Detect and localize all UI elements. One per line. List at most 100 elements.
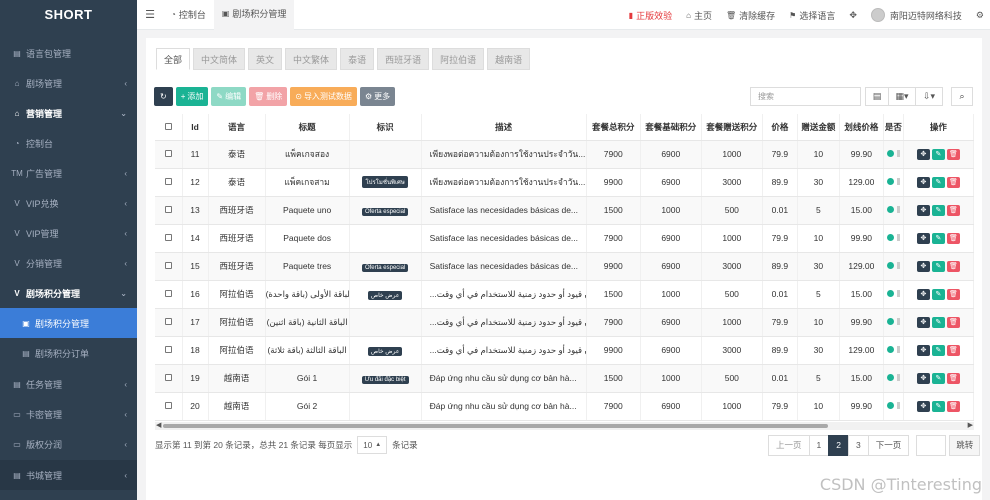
sidebar-item[interactable]: ▤ 书城管理 ‹ bbox=[0, 460, 137, 490]
row-edit-button[interactable]: ✎ bbox=[931, 149, 945, 160]
language-tab[interactable]: 越南语 bbox=[487, 48, 531, 70]
sidebar-item[interactable]: V 剧场积分管理 ⌄ bbox=[0, 278, 137, 308]
sidebar-item[interactable]: TM 广告管理 ‹ bbox=[0, 158, 137, 188]
row-edit-button[interactable]: ✎ bbox=[931, 205, 945, 216]
column-header[interactable]: Id bbox=[182, 114, 209, 141]
row-select-cell[interactable] bbox=[155, 280, 183, 309]
row-delete-button[interactable]: 🗑 bbox=[946, 373, 960, 384]
expand-button[interactable]: ✥ bbox=[916, 149, 930, 160]
table-row[interactable]: 13 西班牙语 Paquete uno Oferta especial Satisfac… bbox=[155, 196, 974, 225]
horizontal-scrollbar[interactable]: ◀ ▶ bbox=[155, 422, 974, 430]
tab-dashboard[interactable]: ◔ 控制台 bbox=[163, 0, 214, 30]
jump-page-input[interactable] bbox=[916, 435, 947, 456]
expand-button[interactable]: ✥ bbox=[916, 233, 930, 244]
table-row[interactable]: 20 越南语 Gói 2 Đáp ứng nhu cầu sử dụng cơ bản… bbox=[155, 392, 974, 421]
column-header[interactable]: 赠送金额 bbox=[797, 114, 840, 141]
table-row[interactable]: 16 阿拉伯语 الباقة الأولى (باقة واحدة) عرض خاص.… bbox=[155, 280, 974, 309]
table-row[interactable]: 17阿拉伯语الباقة الثانية (باقة اثنين) ...فقط،… bbox=[155, 308, 974, 337]
row-checkbox[interactable] bbox=[164, 346, 172, 353]
table-row[interactable]: 12 泰语 แพ็คเกจสาม โปรโมชั่นพิเศษ เพียงพอต่อคว… bbox=[155, 168, 974, 197]
next-page-button[interactable]: 下一页 bbox=[867, 435, 910, 456]
sidebar-item[interactable]: ⌂ 营销管理 ⌄ bbox=[0, 98, 137, 128]
language-tab[interactable]: 中文简体 bbox=[193, 48, 246, 70]
row-select-cell[interactable] bbox=[155, 336, 183, 365]
row-checkbox[interactable] bbox=[164, 374, 172, 381]
table-row[interactable]: 15 西班牙语 Paquete tres Oferta especial Satisfa… bbox=[155, 252, 974, 281]
row-checkbox[interactable] bbox=[164, 290, 172, 297]
column-header[interactable]: 套餐赠送积分 bbox=[701, 114, 763, 141]
row-select-cell[interactable] bbox=[155, 392, 183, 421]
scroll-right-icon[interactable]: ▶ bbox=[968, 421, 973, 429]
refresh-button[interactable]: ↻ bbox=[154, 87, 173, 106]
row-checkbox[interactable] bbox=[164, 262, 172, 269]
sidebar-item[interactable]: ⌂ 剧场管理 ‹ bbox=[0, 68, 137, 98]
column-header[interactable]: 划线价格 bbox=[839, 114, 884, 141]
genuine-check-link[interactable]: ▮ 正版效验 bbox=[629, 9, 672, 22]
sidebar-item[interactable]: ▭ 版权分润 ‹ bbox=[0, 429, 137, 459]
page-button[interactable]: 3 bbox=[847, 435, 869, 456]
row-delete-button[interactable]: 🗑 bbox=[946, 233, 960, 244]
row-edit-button[interactable]: ✎ bbox=[931, 373, 945, 384]
columns-button[interactable]: ▦▾ bbox=[888, 87, 916, 106]
row-delete-button[interactable]: 🗑 bbox=[946, 177, 960, 188]
expand-button[interactable]: ✥ bbox=[916, 345, 930, 356]
hamburger-menu-icon[interactable]: ☰ bbox=[137, 8, 163, 21]
row-select-cell[interactable] bbox=[155, 308, 183, 337]
user-menu[interactable]: 南阳迈特网络科技 bbox=[870, 8, 962, 22]
language-tab[interactable]: 阿拉伯语 bbox=[432, 48, 485, 70]
expand-button[interactable]: ✥ bbox=[916, 373, 930, 384]
row-checkbox[interactable] bbox=[164, 206, 172, 213]
page-button-current[interactable]: 2 bbox=[828, 435, 849, 456]
expand-button[interactable]: ✥ bbox=[916, 401, 930, 412]
add-button[interactable]: + 添加 bbox=[175, 87, 209, 106]
row-edit-button[interactable]: ✎ bbox=[931, 261, 945, 272]
more-button[interactable]: ⚙ 更多 bbox=[359, 87, 396, 106]
sidebar-item[interactable]: ▤ 语言包管理 bbox=[0, 38, 137, 68]
row-edit-button[interactable]: ✎ bbox=[931, 345, 945, 356]
row-select-cell[interactable] bbox=[155, 252, 183, 281]
row-checkbox[interactable] bbox=[164, 178, 172, 185]
row-delete-button[interactable]: 🗑 bbox=[946, 289, 960, 300]
sidebar-item[interactable]: ◔ 控制台 bbox=[0, 128, 137, 158]
toggle-view-button[interactable]: ▤ bbox=[865, 87, 889, 106]
row-delete-button[interactable]: 🗑 bbox=[946, 345, 960, 356]
sidebar-item[interactable]: ▭ 卡密管理 ‹ bbox=[0, 399, 137, 429]
search-input[interactable]: 搜索 bbox=[750, 87, 861, 106]
page-button[interactable]: 1 bbox=[808, 435, 830, 456]
row-select-cell[interactable] bbox=[155, 196, 183, 225]
language-tab[interactable]: 泰语 bbox=[340, 48, 375, 70]
table-row[interactable]: 19 越南语 Gói 1 Ưu đãi đặc biệt Đáp ứng nhu cầu… bbox=[155, 364, 974, 393]
sidebar-item[interactable]: V VIP兑换 ‹ bbox=[0, 188, 137, 218]
row-checkbox[interactable] bbox=[164, 402, 172, 409]
sidebar-item[interactable]: ▤ 任务管理 ‹ bbox=[0, 369, 137, 399]
column-header[interactable]: 标识 bbox=[349, 114, 422, 141]
sidebar-item[interactable]: ▣ 剧场积分管理 bbox=[0, 308, 137, 338]
language-tab[interactable]: 西班牙语 bbox=[377, 48, 430, 70]
column-header[interactable]: 语言 bbox=[208, 114, 266, 141]
row-checkbox[interactable] bbox=[164, 234, 172, 241]
language-select-link[interactable]: ⚑ 选择语言 bbox=[789, 9, 835, 22]
column-header[interactable]: 描述 bbox=[421, 114, 587, 141]
sidebar-item[interactable]: ▤ 剧场积分订单 bbox=[0, 338, 137, 368]
expand-button[interactable]: ✥ bbox=[916, 289, 930, 300]
row-edit-button[interactable]: ✎ bbox=[931, 401, 945, 412]
column-header[interactable]: 套餐总积分 bbox=[586, 114, 641, 141]
row-delete-button[interactable]: 🗑 bbox=[946, 205, 960, 216]
row-select-cell[interactable] bbox=[155, 140, 183, 169]
row-select-cell[interactable] bbox=[155, 364, 183, 393]
select-all-header[interactable] bbox=[155, 114, 183, 141]
language-tab[interactable]: 英文 bbox=[248, 48, 283, 70]
row-delete-button[interactable]: 🗑 bbox=[946, 149, 960, 160]
expand-button[interactable]: ✥ bbox=[916, 205, 930, 216]
prev-page-button[interactable]: 上一页 bbox=[768, 435, 810, 456]
fullscreen-button[interactable]: ✥ bbox=[849, 10, 857, 21]
row-select-cell[interactable] bbox=[155, 168, 183, 197]
row-edit-button[interactable]: ✎ bbox=[931, 233, 945, 244]
page-size-select[interactable]: 10 ▲ bbox=[357, 436, 388, 454]
row-delete-button[interactable]: 🗑 bbox=[946, 261, 960, 272]
expand-button[interactable]: ✥ bbox=[916, 317, 930, 328]
column-header[interactable]: 标题 bbox=[265, 114, 350, 141]
language-tab[interactable]: 全部 bbox=[156, 48, 191, 70]
select-all-checkbox[interactable] bbox=[164, 122, 172, 130]
table-row[interactable]: 14 西班牙语 Paquete dos Satisface las necesidad… bbox=[155, 224, 974, 253]
